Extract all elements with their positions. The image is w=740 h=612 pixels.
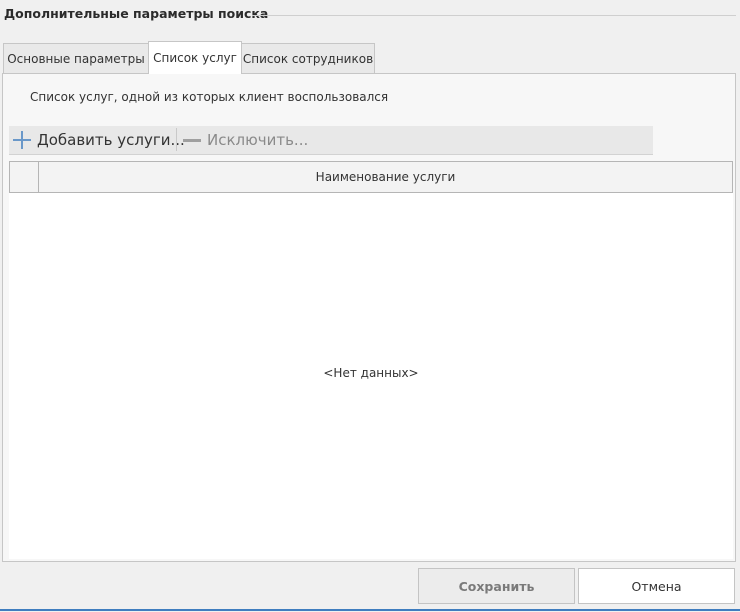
grid-empty-text: <Нет данных> <box>323 366 419 380</box>
tab-services-list[interactable]: Список услуг <box>148 41 242 74</box>
exclude-button[interactable]: Исключить... <box>183 126 308 153</box>
add-services-button[interactable]: Добавить услуги... <box>13 126 185 153</box>
tab-main-params[interactable]: Основные параметры <box>3 43 149 73</box>
group-divider <box>252 15 736 16</box>
services-toolbar: Добавить услуги... Исключить... <box>9 126 653 155</box>
window-bottom-border <box>0 609 740 611</box>
cancel-button[interactable]: Отмена <box>578 568 735 604</box>
add-services-label: Добавить услуги... <box>37 130 185 149</box>
services-tab-panel: Список услуг, одной из которых клиент во… <box>2 73 736 562</box>
save-button[interactable]: Сохранить <box>418 568 575 604</box>
grid-header: Наименование услуги <box>9 161 733 193</box>
row-indicator-header[interactable] <box>10 162 39 192</box>
exclude-label: Исключить... <box>207 130 309 149</box>
tab-employees-list[interactable]: Список сотрудников <box>241 43 375 73</box>
toolbar-separator <box>176 128 177 151</box>
column-header-service-name[interactable]: Наименование услуги <box>39 162 732 192</box>
minus-icon <box>183 131 201 149</box>
panel-caption: Список услуг, одной из которых клиент во… <box>30 90 389 104</box>
plus-icon <box>13 130 31 149</box>
services-grid[interactable]: Наименование услуги <Нет данных> <box>9 161 733 559</box>
group-title: Дополнительные параметры поиска <box>4 6 273 21</box>
